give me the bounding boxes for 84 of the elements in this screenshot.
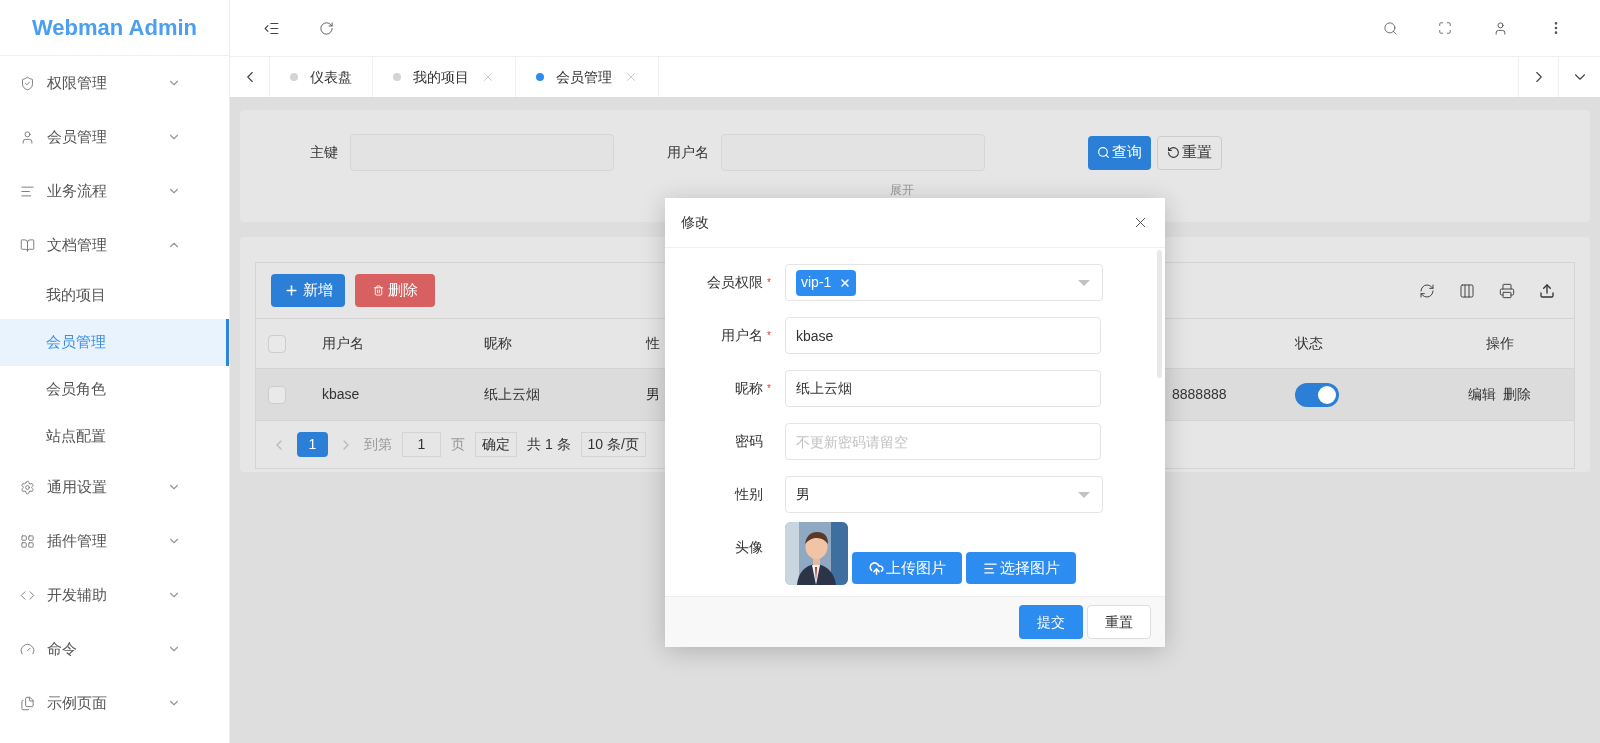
dropdown-icon [1078,279,1090,286]
status-toggle[interactable] [1295,382,1339,407]
select-field[interactable]: 男 [785,476,1103,513]
plus-icon [283,283,299,298]
action-link[interactable]: 编辑 [1468,384,1496,405]
tag: vip-1 [796,269,857,296]
settings-icon [20,479,35,495]
column-header: 昵称 [484,335,512,351]
shield-icon [20,75,35,91]
table-cell: 男 [646,386,660,402]
total-count: 共 1 条 [527,435,571,454]
page-size-select[interactable]: 10 条/页 [580,432,646,457]
required-mark: * [767,329,772,343]
book-icon [20,237,35,253]
search-button[interactable]: 查询 [1088,135,1151,170]
page-number[interactable]: 1 [297,432,328,457]
action-link[interactable]: 删除 [1503,384,1531,405]
sidebar-item[interactable]: 权限管理 [0,56,229,110]
table-cell: 8888888 [1172,386,1227,402]
sidebar-item[interactable]: 业务流程 [0,164,229,218]
sidebar-item[interactable]: 开发辅助 [0,568,229,622]
checkbox[interactable] [268,385,286,404]
fullscreen-icon[interactable] [1438,21,1452,35]
page-input[interactable]: 1 [402,432,441,457]
user-icon[interactable] [1493,20,1508,36]
submenu-item[interactable]: 会员角色 [0,366,229,413]
field-label: 用户名 [666,143,709,162]
field-label: 主键 [309,143,338,162]
user-icon [20,129,35,145]
search-icon[interactable] [1383,20,1398,36]
lines-icon [982,560,998,576]
sidebar-item[interactable]: 插件管理 [0,514,229,568]
trash-icon [372,285,384,296]
column-header: 性 [646,335,660,351]
cloud-upload-icon [868,560,884,576]
column-header: 状态 [1295,335,1323,351]
submenu-item[interactable]: 站点配置 [0,413,229,460]
reset-button[interactable]: 重置 [1157,135,1222,170]
print-icon[interactable] [1499,282,1515,299]
input-field[interactable]: 纸上云烟 [785,370,1101,407]
sidebar-item[interactable]: 文档管理 [0,218,229,272]
files-icon [20,695,35,711]
sidebar-item[interactable]: 通用设置 [0,460,229,514]
confirm-button[interactable]: 确定 [475,432,517,457]
tab[interactable]: 我的项目 [373,57,516,97]
field-label: 会员权限 [707,273,763,292]
table-cell: kbase [322,386,360,402]
field-label: 用户名 [721,326,763,345]
gauge-icon [20,641,35,657]
refresh-icon[interactable] [319,20,334,36]
app-logo: Webman Admin [32,14,197,42]
dialog-title: 修改 [681,213,710,232]
field-label: 昵称 [735,379,763,398]
field-label: 头像 [735,538,763,557]
goto-label: 到第 [364,435,392,454]
refresh-icon[interactable] [1419,282,1435,299]
dropdown-icon [1078,491,1090,498]
required-mark: * [767,276,772,290]
column-header: 用户名 [322,335,364,351]
input-field[interactable]: kbase [785,317,1101,354]
add-button[interactable]: 新增 [271,274,345,307]
export-icon[interactable] [1539,282,1555,299]
grid-icon [20,533,35,549]
submenu-item[interactable]: 我的项目 [0,272,229,319]
table-cell: 纸上云烟 [484,386,540,402]
column-header: 操作 [1485,335,1514,351]
sidebar-item[interactable]: 会员管理 [0,110,229,164]
sidebar-item[interactable]: 示例页面 [0,676,229,730]
input-field[interactable]: 不更新密码请留空 [785,423,1101,460]
reset-icon [1167,146,1180,159]
remove-icon[interactable] [839,276,852,289]
checkbox[interactable] [268,334,286,353]
page-label: 页 [451,435,465,454]
delete-button[interactable]: 删除 [355,274,435,307]
tab[interactable]: 会员管理 [516,57,659,97]
required-mark: * [767,382,772,396]
tab[interactable]: 仪表盘 [270,57,373,97]
columns-icon[interactable] [1459,282,1475,299]
sidebar-item[interactable]: 命令 [0,622,229,676]
reset-button[interactable]: 重置 [1087,605,1151,639]
field-label: 性别 [735,485,763,504]
search-icon [1097,146,1110,159]
lines-icon [20,183,35,199]
field-label: 密码 [735,432,763,451]
